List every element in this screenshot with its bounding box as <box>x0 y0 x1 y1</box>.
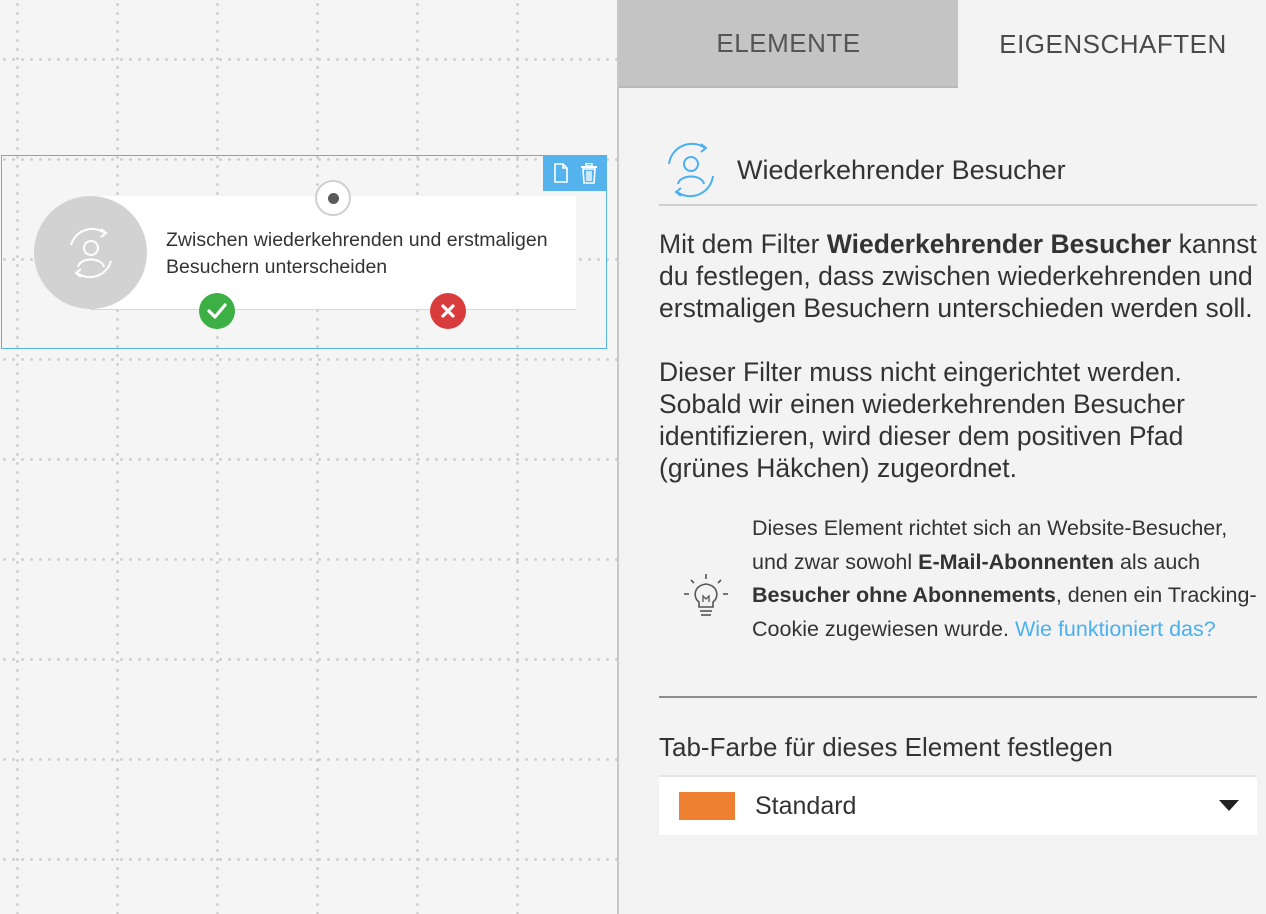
how-it-works-link[interactable]: Wie funktioniert das? <box>1015 617 1216 641</box>
side-panel: ELEMENTE EIGENSCHAFTEN Wiederkehrender B… <box>617 0 1266 914</box>
tip-bold: E-Mail-Abonnenten <box>918 549 1114 574</box>
negative-path-close-icon[interactable] <box>430 293 466 329</box>
node-toolbar <box>543 155 607 191</box>
info-tip: Dieses Element richtet sich an Website-B… <box>659 512 1257 646</box>
description-paragraph-1: Mit dem Filter Wiederkehrender Besucher … <box>659 228 1257 324</box>
tab-color-label: Tab-Farbe für dieses Element festlegen <box>659 732 1113 762</box>
lightbulb-icon <box>684 574 728 616</box>
tab-color-select[interactable]: Standard <box>659 775 1257 835</box>
description-paragraph-2: Dieser Filter muss nicht eingerichtet we… <box>659 357 1185 483</box>
desc-bold: Wiederkehrender Besucher <box>826 229 1172 259</box>
connector-dot-icon <box>327 192 339 204</box>
tip-bold: Besucher ohne Abonnements <box>752 583 1056 607</box>
element-title: Wiederkehrender Besucher <box>737 154 1066 185</box>
canvas-grid <box>0 0 617 914</box>
selected-node[interactable]: Zwischen wiederkehrenden und erstmaligen… <box>1 155 607 349</box>
element-header: Wiederkehrender Besucher <box>659 140 1257 206</box>
workflow-canvas[interactable]: Zwischen wiederkehrenden und erstmaligen… <box>0 0 617 914</box>
tab-properties[interactable]: EIGENSCHAFTEN <box>958 0 1266 88</box>
tab-elements[interactable]: ELEMENTE <box>619 0 958 88</box>
node-label: Zwischen wiederkehrenden und erstmaligen… <box>166 229 548 278</box>
section-divider <box>659 696 1257 698</box>
panel-tabs: ELEMENTE EIGENSCHAFTEN <box>619 0 1266 88</box>
document-icon[interactable] <box>550 161 572 185</box>
returning-visitor-icon <box>668 142 714 198</box>
chevron-down-icon <box>1219 800 1239 811</box>
tab-color-value: Standard <box>755 791 857 820</box>
returning-visitor-icon <box>34 196 147 309</box>
color-swatch <box>679 792 735 820</box>
desc-text: Mit dem Filter <box>659 229 827 259</box>
input-connector[interactable] <box>315 180 351 216</box>
trash-icon[interactable] <box>578 161 600 185</box>
tip-text: als auch <box>1114 549 1201 574</box>
positive-path-check-icon[interactable] <box>199 293 235 329</box>
properties-content: Wiederkehrender Besucher Mit dem Filter … <box>659 140 1257 835</box>
